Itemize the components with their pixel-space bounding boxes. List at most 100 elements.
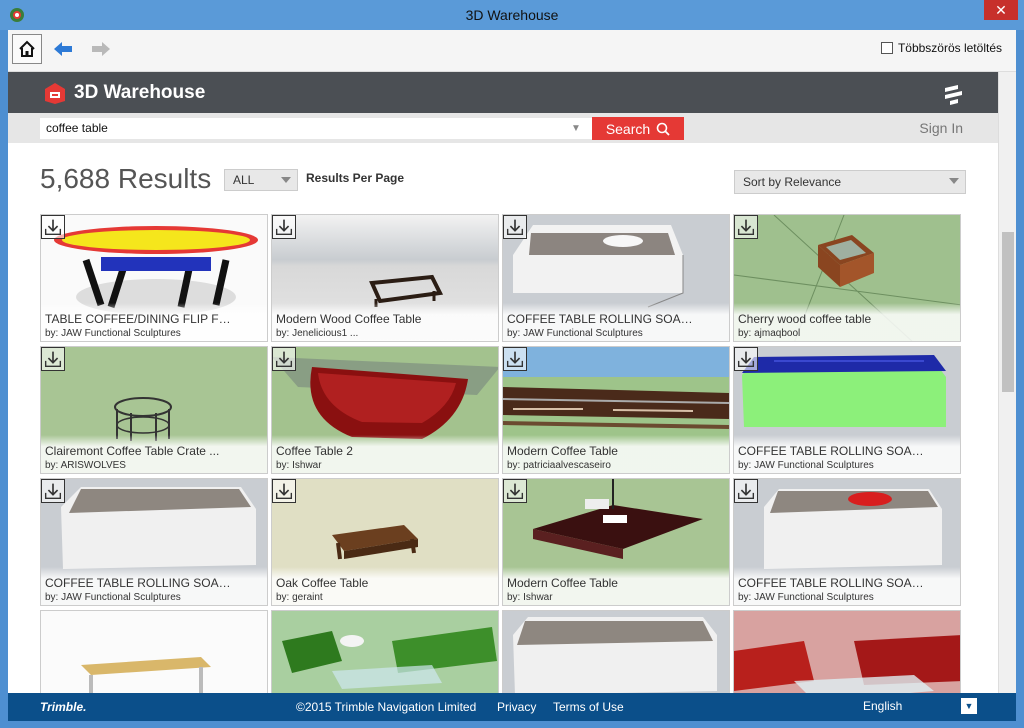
terms-link[interactable]: Terms of Use — [553, 700, 624, 714]
model-thumbnail — [41, 611, 267, 693]
download-icon[interactable] — [41, 479, 65, 503]
result-card[interactable]: COFFEE TABLE ROLLING SOAP ... by: JAW Fu… — [502, 214, 730, 342]
model-name[interactable]: COFFEE TABLE ROLLING SOAP ... — [738, 444, 926, 458]
model-author[interactable]: by: ajmaqbool — [738, 328, 926, 339]
results-per-page-label: Results Per Page — [306, 171, 405, 185]
copyright-text: ©2015 Trimble Navigation Limited — [296, 700, 477, 714]
model-name[interactable]: Coffee Table 2 — [276, 444, 464, 458]
download-icon[interactable] — [734, 215, 758, 239]
model-name[interactable]: Modern Wood Coffee Table — [276, 312, 464, 326]
app-window: 3D Warehouse ✕ Többszörös letöltés 3D Wa… — [0, 0, 1024, 728]
results-count: 5,688 Results — [40, 163, 212, 194]
result-card[interactable]: COFFEE TABLE ROLLING SOAP ... by: JAW Fu… — [40, 478, 268, 606]
chevron-down-icon — [949, 178, 959, 184]
result-card[interactable]: Oak Coffee Table by: geraint — [271, 478, 499, 606]
site-header: 3D Warehouse — [8, 72, 998, 113]
search-button-label: Search — [605, 120, 651, 137]
download-icon[interactable] — [734, 479, 758, 503]
model-author[interactable]: by: ARISWOLVES — [45, 460, 233, 471]
model-name[interactable]: COFFEE TABLE ROLLING SOAP ... — [738, 576, 926, 590]
result-card[interactable]: Modern Coffee Table by: Ishwar — [502, 478, 730, 606]
result-card[interactable] — [40, 610, 268, 693]
model-name[interactable]: COFFEE TABLE ROLLING SOAP ... — [45, 576, 233, 590]
download-icon[interactable] — [41, 215, 65, 239]
scrollbar-thumb[interactable] — [1002, 232, 1014, 392]
model-thumbnail — [503, 611, 729, 693]
model-author[interactable]: by: JAW Functional Sculptures — [738, 460, 926, 471]
language-selector[interactable]: English — [863, 699, 902, 713]
multi-download-option[interactable]: Többszörös letöltés — [880, 41, 1002, 55]
model-author[interactable]: by: Ishwar — [276, 460, 464, 471]
result-card[interactable]: Modern Wood Coffee Table by: Jenelicious… — [271, 214, 499, 342]
results-filter-select[interactable]: ALL — [224, 169, 298, 191]
search-dropdown-icon[interactable]: ▼ — [571, 123, 581, 134]
trimble-logo[interactable]: Trimble. — [40, 700, 86, 714]
chevron-down-icon[interactable]: ▼ — [961, 698, 977, 714]
result-card[interactable]: Cherry wood coffee table by: ajmaqbool — [733, 214, 961, 342]
title-bar: 3D Warehouse ✕ — [0, 0, 1024, 30]
warehouse-logo-icon — [45, 83, 65, 104]
model-author[interactable]: by: JAW Functional Sculptures — [45, 328, 233, 339]
result-card[interactable] — [733, 610, 961, 693]
site-footer: Trimble. ©2015 Trimble Navigation Limite… — [8, 693, 1016, 721]
model-author[interactable]: by: JAW Functional Sculptures — [738, 592, 926, 603]
model-author[interactable]: by: JAW Functional Sculptures — [507, 328, 695, 339]
model-name[interactable]: Modern Coffee Table — [507, 444, 695, 458]
menu-icon[interactable] — [942, 82, 966, 106]
model-author[interactable]: by: JAW Functional Sculptures — [45, 592, 233, 603]
search-icon — [656, 122, 670, 136]
vertical-scrollbar[interactable] — [998, 72, 1016, 693]
home-icon — [19, 40, 35, 57]
download-icon[interactable] — [272, 215, 296, 239]
model-author[interactable]: by: geraint — [276, 592, 464, 603]
multi-download-checkbox[interactable] — [880, 42, 893, 54]
model-thumbnail — [272, 611, 498, 693]
download-icon[interactable] — [272, 479, 296, 503]
sign-in-link[interactable]: Sign In — [919, 120, 963, 136]
toolbar: Többszörös letöltés — [8, 30, 1016, 72]
back-button[interactable] — [48, 34, 78, 64]
model-author[interactable]: by: patriciaalvescaseiro — [507, 460, 695, 471]
model-name[interactable]: Clairemont Coffee Table Crate ... — [45, 444, 233, 458]
results-content: 5,688 Results ALL Results Per Page Sort … — [8, 143, 998, 693]
model-thumbnail — [734, 611, 960, 693]
result-card[interactable] — [502, 610, 730, 693]
download-icon[interactable] — [503, 215, 527, 239]
result-card[interactable]: Clairemont Coffee Table Crate ... by: AR… — [40, 346, 268, 474]
search-button[interactable]: Search — [592, 117, 684, 140]
model-author[interactable]: by: Jenelicious1 ... — [276, 328, 464, 339]
search-input[interactable]: coffee table — [40, 118, 592, 139]
model-name[interactable]: TABLE COFFEE/DINING FLIP FL... — [45, 312, 233, 326]
result-card[interactable]: Modern Coffee Table by: patriciaalvescas… — [502, 346, 730, 474]
model-author[interactable]: by: Ishwar — [507, 592, 695, 603]
results-filter-value: ALL — [233, 173, 255, 187]
sort-select[interactable]: Sort by Relevance — [734, 170, 966, 194]
download-icon[interactable] — [734, 347, 758, 371]
chevron-down-icon — [281, 177, 291, 183]
download-icon[interactable] — [272, 347, 296, 371]
arrow-right-icon — [92, 42, 110, 56]
model-name[interactable]: Oak Coffee Table — [276, 576, 464, 590]
window-title: 3D Warehouse — [465, 7, 559, 23]
privacy-link[interactable]: Privacy — [497, 700, 536, 714]
model-name[interactable]: Modern Coffee Table — [507, 576, 695, 590]
download-icon[interactable] — [503, 347, 527, 371]
close-button[interactable]: ✕ — [984, 0, 1018, 20]
brand-name: 3D Warehouse — [74, 82, 206, 103]
result-card[interactable]: Coffee Table 2 by: Ishwar — [271, 346, 499, 474]
result-card[interactable]: TABLE COFFEE/DINING FLIP FL... by: JAW F… — [40, 214, 268, 342]
search-bar: coffee table ▼ Search Sign In — [8, 113, 998, 143]
download-icon[interactable] — [41, 347, 65, 371]
sort-value: Sort by Relevance — [743, 175, 842, 189]
result-card[interactable]: COFFEE TABLE ROLLING SOAP ... by: JAW Fu… — [733, 478, 961, 606]
model-name[interactable]: Cherry wood coffee table — [738, 312, 926, 326]
multi-download-label: Többszörös letöltés — [897, 41, 1002, 55]
download-icon[interactable] — [503, 479, 527, 503]
arrow-left-icon — [54, 42, 72, 56]
brand-logo[interactable]: 3D Warehouse — [42, 81, 205, 105]
model-name[interactable]: COFFEE TABLE ROLLING SOAP ... — [507, 312, 695, 326]
forward-button[interactable] — [86, 34, 116, 64]
home-button[interactable] — [12, 34, 42, 64]
result-card[interactable]: COFFEE TABLE ROLLING SOAP ... by: JAW Fu… — [733, 346, 961, 474]
result-card[interactable] — [271, 610, 499, 693]
